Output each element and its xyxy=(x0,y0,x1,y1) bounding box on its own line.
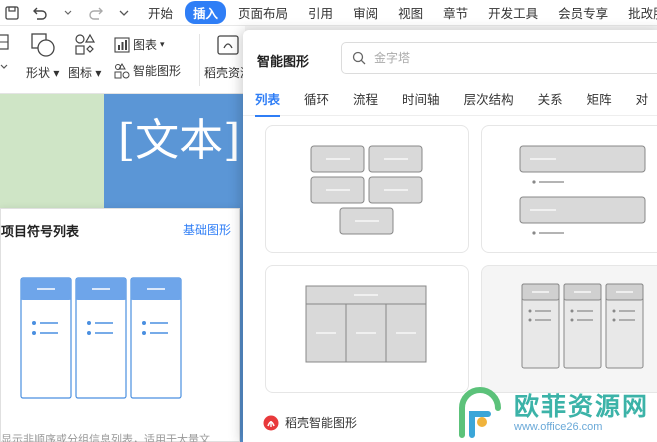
daoke-smartart-brand[interactable]: 稻壳智能图形 xyxy=(263,414,357,431)
menu-tab-4[interactable]: 审阅 xyxy=(345,1,386,24)
template-grid-diagram xyxy=(310,145,423,235)
menu-tab-2[interactable]: 页面布局 xyxy=(230,1,296,24)
ribbon-table-button[interactable] xyxy=(0,32,12,54)
menu-tab-8[interactable]: 会员专享 xyxy=(550,1,616,24)
template-card-columns[interactable] xyxy=(481,265,657,393)
smartart-label: 智能图形 xyxy=(133,64,182,78)
menu-tab-3[interactable]: 引用 xyxy=(300,1,341,24)
daoke-resource-icon xyxy=(217,35,239,55)
category-tab-6[interactable]: 矩阵 xyxy=(575,86,624,116)
chart-icon xyxy=(114,36,130,53)
search-box[interactable] xyxy=(341,42,657,74)
template-card-table[interactable] xyxy=(265,265,469,393)
daoke-logo-icon xyxy=(263,415,279,430)
smartart-icon xyxy=(114,62,130,78)
preview-title: 项目符号列表 xyxy=(1,224,80,239)
menu-tab-6[interactable]: 章节 xyxy=(435,1,476,24)
shape-label: 形状 xyxy=(26,66,51,80)
undo-dropdown-icon[interactable] xyxy=(58,3,78,23)
icons-icon xyxy=(75,33,95,55)
preview-description: 显示非顺序或分组信息列表，适用于大量文 xyxy=(1,434,210,442)
office26-logo-icon xyxy=(459,387,501,438)
ribbon-shape-button[interactable]: 形状 ▾ xyxy=(26,32,59,81)
doc-green-block xyxy=(0,94,104,214)
shape-icon xyxy=(31,33,55,57)
preview-category-link[interactable]: 基础图形 xyxy=(183,221,231,238)
menu-tab-7[interactable]: 开发工具 xyxy=(480,1,546,24)
category-tabs: 列表 循环 流程 时间轴 层次结构 关系 矩阵对 xyxy=(243,86,657,117)
ribbon-table-dropdown[interactable] xyxy=(0,64,8,70)
menu-tab-5[interactable]: 视图 xyxy=(390,1,431,24)
redo-icon[interactable] xyxy=(86,3,106,23)
chart-label: 图表 xyxy=(133,38,158,52)
category-tab-1[interactable]: 循环 xyxy=(292,86,341,116)
category-tab-3[interactable]: 时间轴 xyxy=(390,86,452,116)
ribbon-icon-button[interactable]: 图标 ▾ xyxy=(68,32,101,81)
category-tab-0[interactable]: 列表 xyxy=(243,86,292,117)
watermark-url: www.office26.com xyxy=(514,421,603,433)
undo-icon[interactable] xyxy=(30,3,50,23)
category-tab-2[interactable]: 流程 xyxy=(341,86,390,116)
template-table-diagram xyxy=(305,285,427,363)
customize-dropdown-icon[interactable] xyxy=(114,3,134,23)
template-card-grid[interactable] xyxy=(265,125,469,253)
search-icon xyxy=(352,51,366,65)
icon-label: 图标 xyxy=(68,66,93,80)
template-card-stacked[interactable] xyxy=(481,125,657,253)
preview-diagram xyxy=(20,277,182,399)
menu-tab-9[interactable]: 批改服务 xyxy=(620,1,657,24)
save-icon[interactable] xyxy=(2,3,22,23)
ribbon-separator xyxy=(199,34,200,86)
menubar: 开始插入页面布局引用审阅视图章节开发工具会员专享批改服务 xyxy=(0,0,657,26)
watermark-title: 欧菲资源网 xyxy=(514,393,650,421)
category-tab-7[interactable]: 对 xyxy=(624,86,657,116)
footer-brand-label: 稻壳智能图形 xyxy=(285,416,358,430)
quick-access-toolbar xyxy=(0,0,134,26)
template-stacked-diagram xyxy=(519,145,646,235)
ribbon-chart-button[interactable]: 图表 ▾ xyxy=(114,36,165,53)
ribbon-insert: 形状 ▾ 图标 ▾ 图表 ▾ 智能图形 稻壳资源 xyxy=(0,26,252,94)
ribbon-smartart-button[interactable]: 智能图形 xyxy=(114,62,181,79)
dialog-title: 智能图形 xyxy=(257,54,310,69)
category-tab-4[interactable]: 层次结构 xyxy=(452,86,526,116)
document-placeholder-text[interactable]: [文本] xyxy=(118,104,240,168)
menu-tab-1[interactable]: 插入 xyxy=(185,1,227,24)
menu-tab-0[interactable]: 开始 xyxy=(140,1,181,24)
site-watermark: 欧菲资源网 www.office26.com xyxy=(452,380,649,440)
search-input[interactable] xyxy=(374,51,574,65)
template-columns-diagram xyxy=(521,283,644,369)
category-tab-5[interactable]: 关系 xyxy=(526,86,575,116)
menu-tabs: 开始插入页面布局引用审阅视图章节开发工具会员专享批改服务 xyxy=(140,1,657,24)
template-preview-card: 项目符号列表 基础图形 显示非顺序或分组信息列表，适用于大量文 xyxy=(0,208,240,442)
